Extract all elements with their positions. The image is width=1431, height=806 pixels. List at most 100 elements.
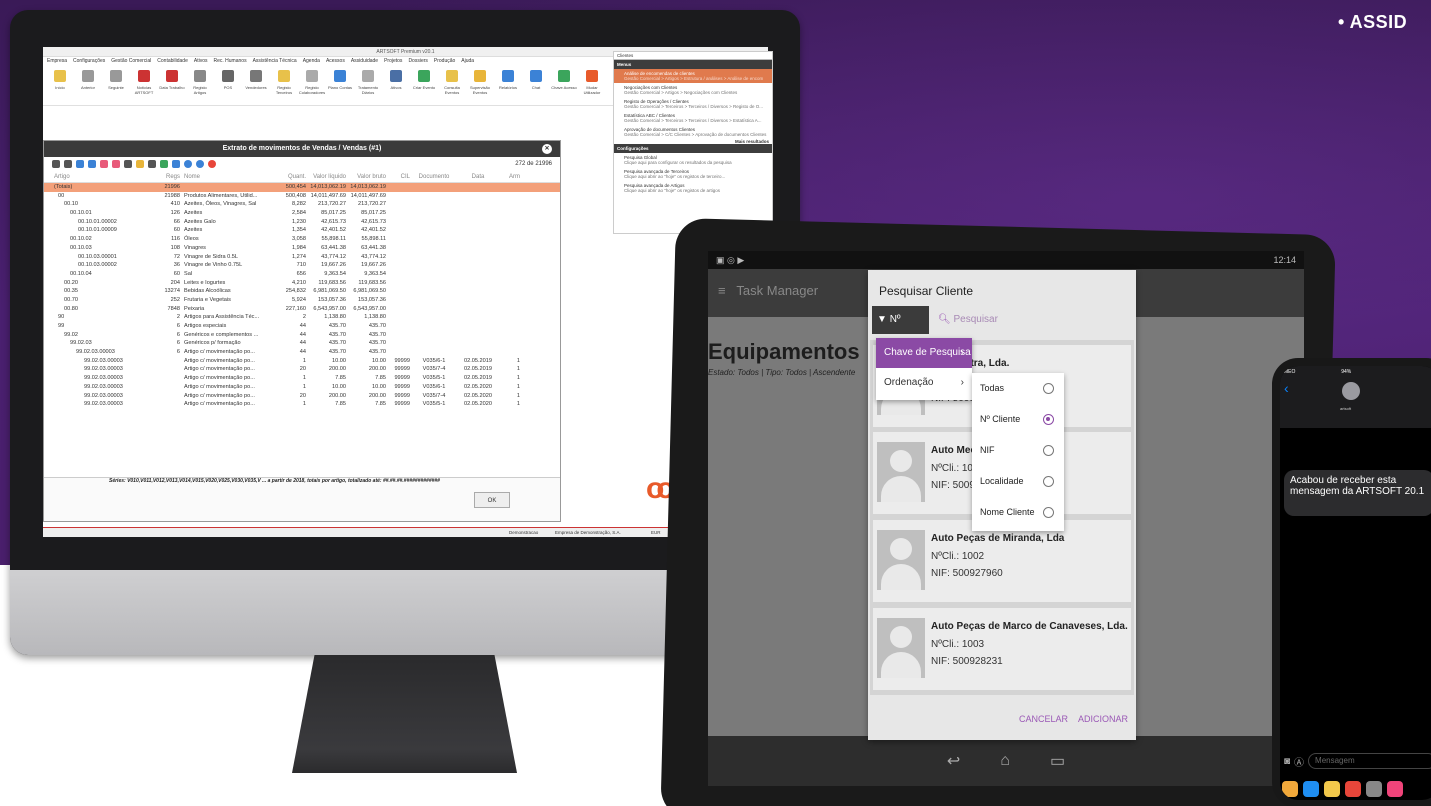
menu-item[interactable]: Produção <box>434 57 455 66</box>
stop-icon[interactable] <box>208 160 216 168</box>
add-button[interactable]: ADICIONAR <box>1078 714 1128 724</box>
search-key-option[interactable]: Nº Cliente <box>972 404 1064 435</box>
info-icon[interactable] <box>184 160 192 168</box>
unpin-icon[interactable] <box>112 160 120 168</box>
radio-button[interactable] <box>1043 445 1054 456</box>
search-app-icon[interactable] <box>1345 781 1361 797</box>
column-header[interactable]: Regs <box>144 171 184 182</box>
column-header[interactable]: Arm <box>498 171 520 182</box>
tool-icon[interactable] <box>124 160 132 168</box>
ribbon-button[interactable]: Criar Evento <box>411 68 437 103</box>
table-row[interactable]: 99.02.03 6 Genéricos p/ formação 44 435.70 43… <box>44 339 560 348</box>
ribbon-button[interactable]: Chave Acesso <box>551 68 577 103</box>
collapse-icon[interactable] <box>64 160 72 168</box>
ribbon-button[interactable]: Relatórios <box>495 68 521 103</box>
column-header[interactable]: Artigo <box>54 171 144 182</box>
client-card[interactable]: Auto Peças de Marco de Canaveses, Lda. Nº… <box>873 608 1131 690</box>
back-chevron-icon[interactable]: ‹ <box>1284 380 1289 396</box>
document-icon[interactable] <box>136 160 144 168</box>
table-row[interactable]: 00.20 204 Leites e Iogurtes 4,210 119,683.56… <box>44 279 560 288</box>
panel-config-item[interactable]: Pesquisa avançada de Artigos Clique aqui … <box>614 181 772 195</box>
column-header[interactable]: CIL <box>386 171 410 182</box>
menu-item-search-key[interactable]: Chave de Pesquisa › <box>876 338 972 368</box>
back-icon[interactable]: ↩ <box>947 751 960 771</box>
menu-item[interactable]: Rec. Humanos <box>214 57 247 66</box>
radio-button[interactable] <box>1043 507 1054 518</box>
table-row[interactable]: 99.02.03.00003 Artigo c/ movimentação po.… <box>44 400 560 409</box>
search-input[interactable]: 🔍︎ Pesquisar <box>938 314 998 325</box>
ribbon-button[interactable]: Seguinte <box>103 68 129 103</box>
search-key-option[interactable]: NIF <box>972 435 1064 466</box>
ribbon-button[interactable]: Notícias ARTSOFT <box>131 68 157 103</box>
arrow-down-icon[interactable] <box>76 160 84 168</box>
camera-icon[interactable]: ◙ <box>1284 756 1290 767</box>
table-row[interactable]: 00.10.03.00002 36 Vinagre de Vinho 0.75L 71… <box>44 261 560 270</box>
ribbon-button[interactable]: Vendedores <box>243 68 269 103</box>
table-row[interactable]: 00.10.03.00001 72 Vinagre de Sidra 0.5L 1,2… <box>44 253 560 262</box>
music-app-icon[interactable] <box>1387 781 1403 797</box>
pin-icon[interactable] <box>100 160 108 168</box>
ribbon-button[interactable]: Registo Artigos <box>187 68 213 103</box>
radio-button[interactable] <box>1043 414 1054 425</box>
ribbon-button[interactable]: Mudar Utilizador <box>579 68 605 103</box>
contact-avatar[interactable] <box>1342 382 1360 400</box>
menu-item[interactable]: Acessos <box>326 57 345 66</box>
message-input[interactable]: Mensagem <box>1308 753 1431 769</box>
table-row[interactable]: 00.10.02 116 Óleos 3,058 55,898.11 55,898.11 <box>44 235 560 244</box>
table-row[interactable]: 00.35 13274 Bebidas Alcoólicas 254,832 6,981… <box>44 287 560 296</box>
table-row[interactable]: 99.02.03.00003 Artigo c/ movimentação po.… <box>44 357 560 366</box>
ribbon-button[interactable]: Chat <box>523 68 549 103</box>
menu-item-order[interactable]: Ordenação › <box>876 368 972 398</box>
panel-config-item[interactable]: Pesquisa avançada de Terceiros Clique aqu… <box>614 167 772 181</box>
table-row[interactable]: 00.70 252 Frutaria e Vegetais 5,924 153,057.… <box>44 296 560 305</box>
table-row[interactable]: 00.10.01.00002 66 Azeites Galo 1,230 42,615.… <box>44 218 560 227</box>
menu-item[interactable]: Ajuda <box>461 57 474 66</box>
ribbon-button[interactable]: Consulta Eventos <box>439 68 465 103</box>
column-header[interactable]: Valor bruto <box>346 171 386 182</box>
ribbon-button[interactable]: Registo Terceiros <box>271 68 297 103</box>
table-row[interactable]: 99.02.03.00003 Artigo c/ movimentação po.… <box>44 365 560 374</box>
column-header[interactable]: Documento <box>410 171 458 182</box>
menu-item[interactable]: Agenda <box>303 57 320 66</box>
table-row[interactable]: 00 21988 Produtos Alimentares, Utilid... 50… <box>44 192 560 201</box>
close-icon[interactable]: ✕ <box>542 144 552 154</box>
menu-item[interactable]: Contabilidade <box>157 57 188 66</box>
menu-item[interactable]: Assistência Técnica <box>253 57 297 66</box>
menu-item[interactable]: Dossiers <box>408 57 427 66</box>
appstore-icon[interactable]: Ⓐ <box>1294 754 1304 769</box>
table-row[interactable]: 00.80 7848 Peixaria 227,160 6,543,957.00 6,54… <box>44 305 560 314</box>
ribbon-button[interactable]: Início <box>47 68 73 103</box>
radio-button[interactable] <box>1043 383 1054 394</box>
search-key-option[interactable]: Nome Cliente <box>972 497 1064 528</box>
menu-item[interactable]: Projetos <box>384 57 402 66</box>
menu-item[interactable]: Gestão Comercial <box>111 57 151 66</box>
cancel-button[interactable]: CANCELAR <box>1019 714 1068 724</box>
ok-button[interactable]: OK <box>474 492 510 508</box>
table-row[interactable]: 00.10.01 126 Azeites 2,584 85,017.25 85,017.2… <box>44 209 560 218</box>
table-row[interactable]: 99.02.03.00003 Artigo c/ movimentação po.… <box>44 383 560 392</box>
menu-item[interactable]: Configurações <box>73 57 105 66</box>
expand-icon[interactable] <box>52 160 60 168</box>
ribbon-button[interactable]: Registo Colaboradores <box>299 68 325 103</box>
panel-menu-item[interactable]: Aprovação de documentos Clientes Gestão C… <box>614 125 772 139</box>
table-row[interactable]: 99.02 6 Genéricos e complementos ... 44 435.… <box>44 331 560 340</box>
table-row[interactable]: 99 6 Artigos especiais 44 435.70 435.70 <box>44 322 560 331</box>
ribbon-button[interactable]: Anterior <box>75 68 101 103</box>
photos-app-icon[interactable] <box>1282 781 1298 797</box>
table-row[interactable]: 90 2 Artigos para Assistência Téc... 2 1,138… <box>44 313 560 322</box>
ribbon-button[interactable]: Supervisão Eventos <box>467 68 493 103</box>
table-row[interactable]: 00.10 410 Azeites, Óleos, Vinagres, Sal 8,2… <box>44 200 560 209</box>
column-header[interactable]: Nome <box>184 171 272 182</box>
digital-touch-icon[interactable] <box>1366 781 1382 797</box>
panel-menu-item[interactable]: Estatística ABC / Clientes Gestão Comerci… <box>614 111 772 125</box>
client-card[interactable]: Auto Peças de Miranda, Lda NºCli.: 1002 NI… <box>873 520 1131 602</box>
ribbon-button[interactable]: Ativos <box>383 68 409 103</box>
ribbon-button[interactable]: Data Trabalho <box>159 68 185 103</box>
table-row[interactable]: 00.10.03 108 Vinagres 1,984 63,441.38 63,441.… <box>44 244 560 253</box>
search-key-option[interactable]: Localidade <box>972 466 1064 497</box>
panel-menu-item[interactable]: Negociações com Clientes Gestão Comercial… <box>614 83 772 97</box>
refresh-icon[interactable] <box>160 160 168 168</box>
column-header[interactable]: Quant. <box>272 171 306 182</box>
memoji-app-icon[interactable] <box>1324 781 1340 797</box>
help-icon[interactable] <box>196 160 204 168</box>
